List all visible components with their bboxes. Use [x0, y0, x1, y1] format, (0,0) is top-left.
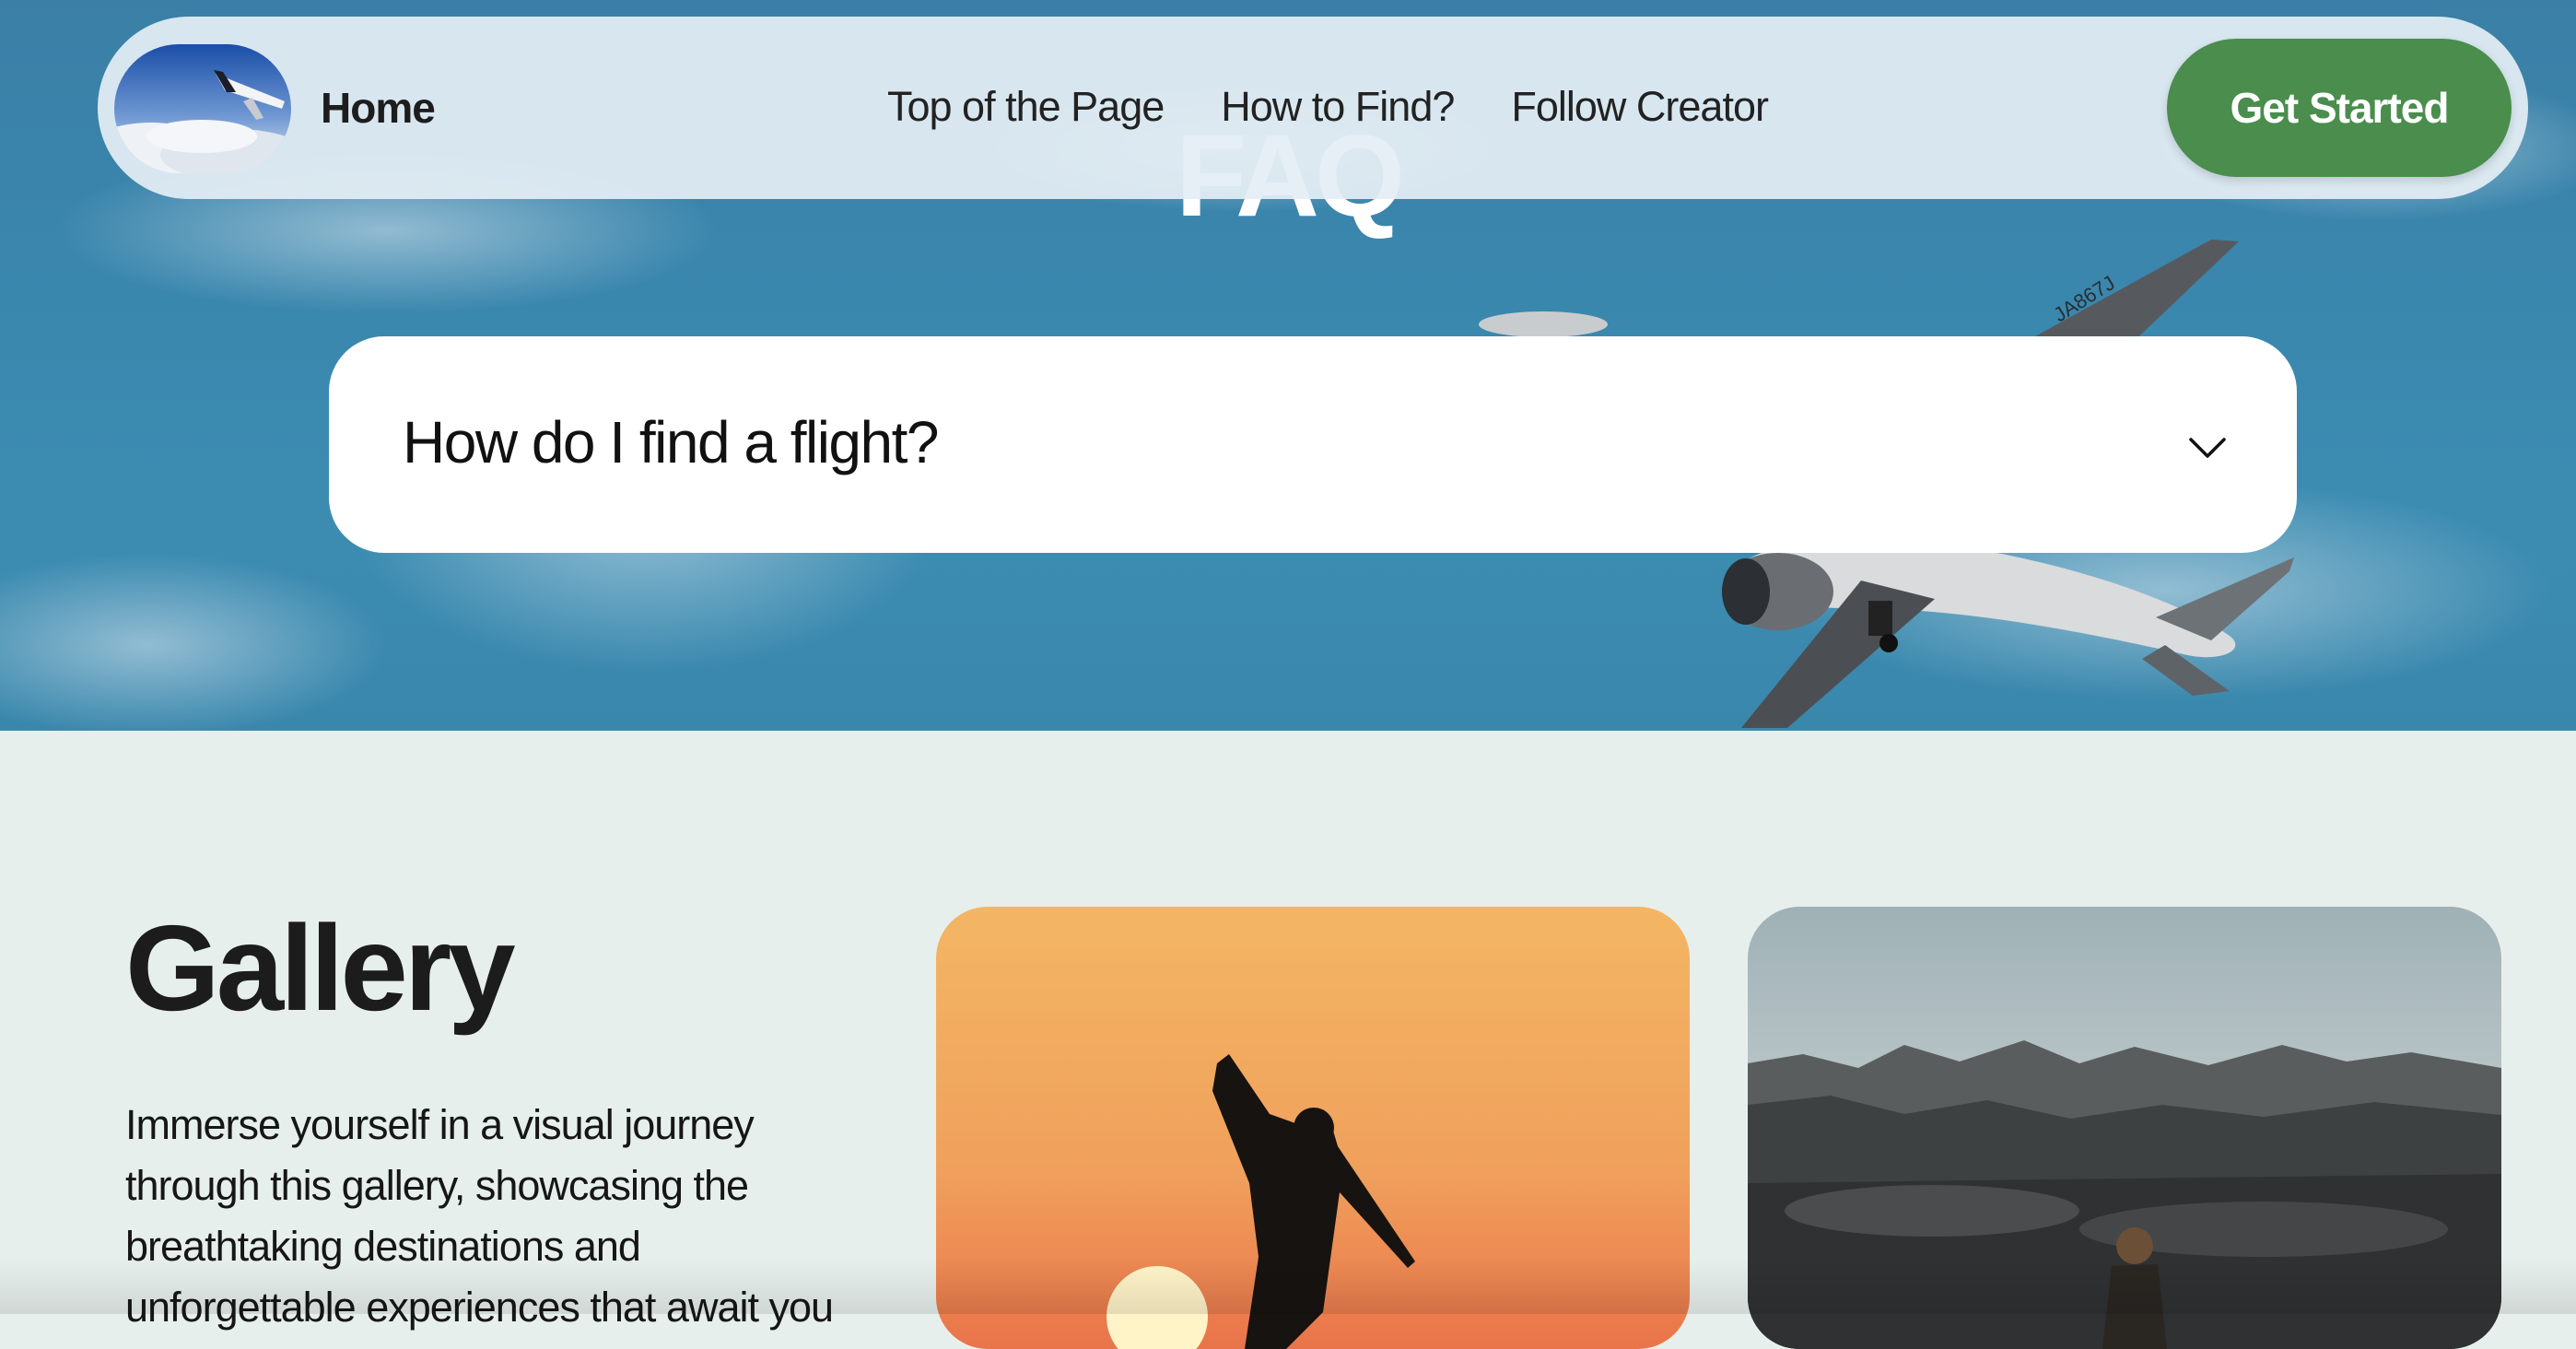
top-navbar: Home Top of the Page How to Find? Follow…: [98, 17, 2528, 199]
nav-link-how-to-find[interactable]: How to Find?: [1221, 83, 1455, 131]
nav-link-top-of-page[interactable]: Top of the Page: [887, 83, 1165, 131]
faq-question: How do I find a flight?: [403, 409, 939, 475]
nav-link-follow-creator[interactable]: Follow Creator: [1511, 83, 1769, 131]
get-started-button[interactable]: Get Started: [2167, 39, 2512, 177]
airplane-logo[interactable]: [114, 44, 291, 173]
chevron-down-icon[interactable]: [2187, 427, 2228, 467]
gallery-heading: Gallery: [125, 900, 516, 1036]
gallery-description: Immerse yourself in a visual journey thr…: [125, 1101, 834, 1331]
gallery-image-sunset[interactable]: [936, 907, 1690, 1349]
nav-links: Top of the Page How to Find? Follow Crea…: [887, 83, 1769, 131]
faq-accordion-item[interactable]: How do I find a flight?: [329, 336, 2297, 553]
gallery-image-desert-hiker[interactable]: [1748, 907, 2501, 1349]
home-link[interactable]: Home: [321, 83, 436, 133]
